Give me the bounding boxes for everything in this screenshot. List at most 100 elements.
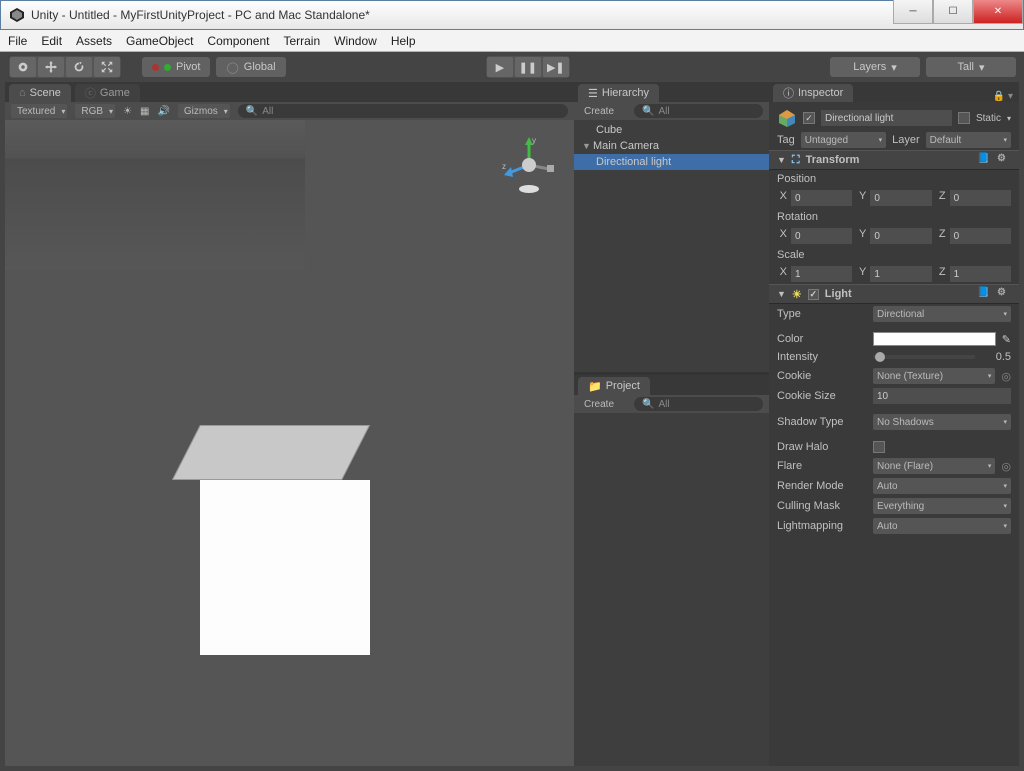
render-mode-label: Render Mode (777, 480, 867, 492)
menu-terrain[interactable]: Terrain (283, 34, 320, 48)
transform-help-icon[interactable]: 📘 (977, 153, 991, 167)
menu-window[interactable]: Window (334, 34, 377, 48)
shading-mode-dropdown[interactable]: Textured (11, 104, 67, 118)
svg-text:z: z (502, 162, 506, 171)
position-y-field[interactable]: 0 (870, 190, 931, 206)
menu-edit[interactable]: Edit (41, 34, 62, 48)
window-maximize-button[interactable]: ☐ (933, 0, 973, 24)
project-search[interactable]: 🔍All (634, 397, 763, 411)
global-toggle[interactable]: ◯Global (216, 57, 285, 77)
step-button[interactable]: ▶❚ (543, 57, 569, 77)
pivot-toggle[interactable]: Pivot (142, 57, 210, 77)
position-x-field[interactable]: 0 (791, 190, 852, 206)
light-gear-icon[interactable]: ⚙ (997, 287, 1011, 301)
main-toolbar: Pivot ◯Global ▶ ❚❚ ▶❚ Layers ▾ Tall ▾ (0, 52, 1024, 82)
menu-assets[interactable]: Assets (76, 34, 112, 48)
light-intensity-value: 0.5 (981, 351, 1011, 363)
rotation-z-field[interactable]: 0 (950, 228, 1011, 244)
scale-tool-button[interactable] (94, 57, 120, 77)
tab-game[interactable]: ⓒGame (75, 84, 140, 102)
rotation-x-field[interactable]: 0 (791, 228, 852, 244)
cookie-picker-icon[interactable]: ◎ (1001, 370, 1011, 383)
scene-cube-object[interactable] (200, 425, 370, 655)
window-title: Unity - Untitled - MyFirstUnityProject -… (31, 8, 370, 22)
scale-label: Scale (777, 249, 867, 261)
rotation-y-field[interactable]: 0 (870, 228, 931, 244)
hierarchy-search[interactable]: 🔍All (634, 104, 763, 118)
light-type-dropdown[interactable]: Directional (873, 306, 1011, 322)
layer-dropdown[interactable]: Default (926, 132, 1011, 148)
color-picker-icon[interactable]: ✎ (1002, 333, 1011, 346)
menu-bar: File Edit Assets GameObject Component Te… (0, 30, 1024, 52)
project-create-dropdown[interactable]: Create (580, 399, 628, 410)
culling-mask-dropdown[interactable]: Everything (873, 498, 1011, 514)
tag-label: Tag (777, 134, 795, 146)
flare-picker-icon[interactable]: ◎ (1001, 460, 1011, 473)
light-color-field[interactable] (873, 332, 996, 346)
pause-button[interactable]: ❚❚ (515, 57, 541, 77)
light-intensity-label: Intensity (777, 351, 867, 363)
layer-label: Layer (892, 134, 920, 146)
transform-gear-icon[interactable]: ⚙ (997, 153, 1011, 167)
render-mode-dropdown[interactable]: Auto (873, 478, 1011, 494)
hierarchy-item-main-camera[interactable]: ▼Main Camera (574, 138, 769, 154)
scene-search[interactable]: 🔍All (238, 104, 568, 118)
project-tree (574, 413, 769, 766)
play-button[interactable]: ▶ (487, 57, 513, 77)
scale-x-field[interactable]: 1 (791, 266, 852, 282)
scene-toolbar: Textured RGB ☀ ▦ 🔊 Gizmos 🔍All (5, 102, 574, 120)
light-component-header[interactable]: ▼☀✓Light 📘 ⚙ (769, 284, 1019, 304)
cookie-label: Cookie (777, 370, 867, 382)
gizmo-icons-toggle[interactable]: ▦ (140, 106, 149, 117)
window-titlebar: Unity - Untitled - MyFirstUnityProject -… (0, 0, 1024, 30)
scale-z-field[interactable]: 1 (950, 266, 1011, 282)
inspector-lock-icon[interactable]: 🔒 ▾ (993, 91, 1013, 102)
shadow-type-dropdown[interactable]: No Shadows (873, 414, 1011, 430)
position-z-field[interactable]: 0 (950, 190, 1011, 206)
tab-scene[interactable]: ⌂Scene (9, 84, 71, 102)
hierarchy-tree: Cube ▼Main Camera Directional light (574, 120, 769, 372)
hierarchy-create-dropdown[interactable]: Create (580, 106, 628, 117)
move-tool-button[interactable] (38, 57, 64, 77)
menu-file[interactable]: File (8, 34, 27, 48)
orientation-gizmo[interactable]: y z (499, 135, 559, 195)
scale-y-field[interactable]: 1 (870, 266, 931, 282)
render-mode-dropdown[interactable]: RGB (75, 104, 115, 118)
transform-component-header[interactable]: ▼⛶Transform 📘 ⚙ (769, 150, 1019, 170)
light-help-icon[interactable]: 📘 (977, 287, 991, 301)
menu-gameobject[interactable]: GameObject (126, 34, 193, 48)
layout-dropdown[interactable]: Tall ▾ (926, 57, 1016, 77)
svg-text:y: y (532, 136, 536, 145)
gizmos-dropdown[interactable]: Gizmos (178, 104, 230, 118)
gameobject-name-field[interactable]: Directional light (821, 110, 952, 126)
hierarchy-item-directional-light[interactable]: Directional light (574, 154, 769, 170)
menu-help[interactable]: Help (391, 34, 416, 48)
tag-dropdown[interactable]: Untagged (801, 132, 886, 148)
cookie-size-label: Cookie Size (777, 390, 867, 402)
gameobject-active-checkbox[interactable]: ✓ (803, 112, 815, 124)
flare-field[interactable]: None (Flare) (873, 458, 995, 474)
rotate-tool-button[interactable] (66, 57, 92, 77)
window-close-button[interactable]: ✕ (973, 0, 1023, 24)
gameobject-cube-icon (777, 108, 797, 128)
unity-icon (9, 7, 25, 23)
light-intensity-slider[interactable] (873, 355, 975, 359)
culling-mask-label: Culling Mask (777, 500, 867, 512)
light-toggle-icon[interactable]: ☀ (123, 106, 132, 117)
tab-hierarchy[interactable]: ☰ Hierarchy (578, 84, 659, 102)
menu-component[interactable]: Component (207, 34, 269, 48)
lightmapping-dropdown[interactable]: Auto (873, 518, 1011, 534)
static-checkbox[interactable] (958, 112, 970, 124)
hierarchy-item-cube[interactable]: Cube (574, 122, 769, 138)
tab-project[interactable]: 📁 Project (578, 377, 650, 395)
tab-inspector[interactable]: ⓘ Inspector (773, 84, 853, 102)
hand-tool-button[interactable] (10, 57, 36, 77)
cookie-field[interactable]: None (Texture) (873, 368, 995, 384)
layers-dropdown[interactable]: Layers ▾ (830, 57, 920, 77)
audio-toggle-icon[interactable]: 🔊 (157, 106, 169, 117)
light-type-label: Type (777, 308, 867, 320)
cookie-size-field[interactable]: 10 (873, 388, 1011, 404)
scene-viewport[interactable]: y z (5, 120, 574, 766)
window-minimize-button[interactable]: ─ (893, 0, 933, 24)
draw-halo-checkbox[interactable] (873, 441, 885, 453)
